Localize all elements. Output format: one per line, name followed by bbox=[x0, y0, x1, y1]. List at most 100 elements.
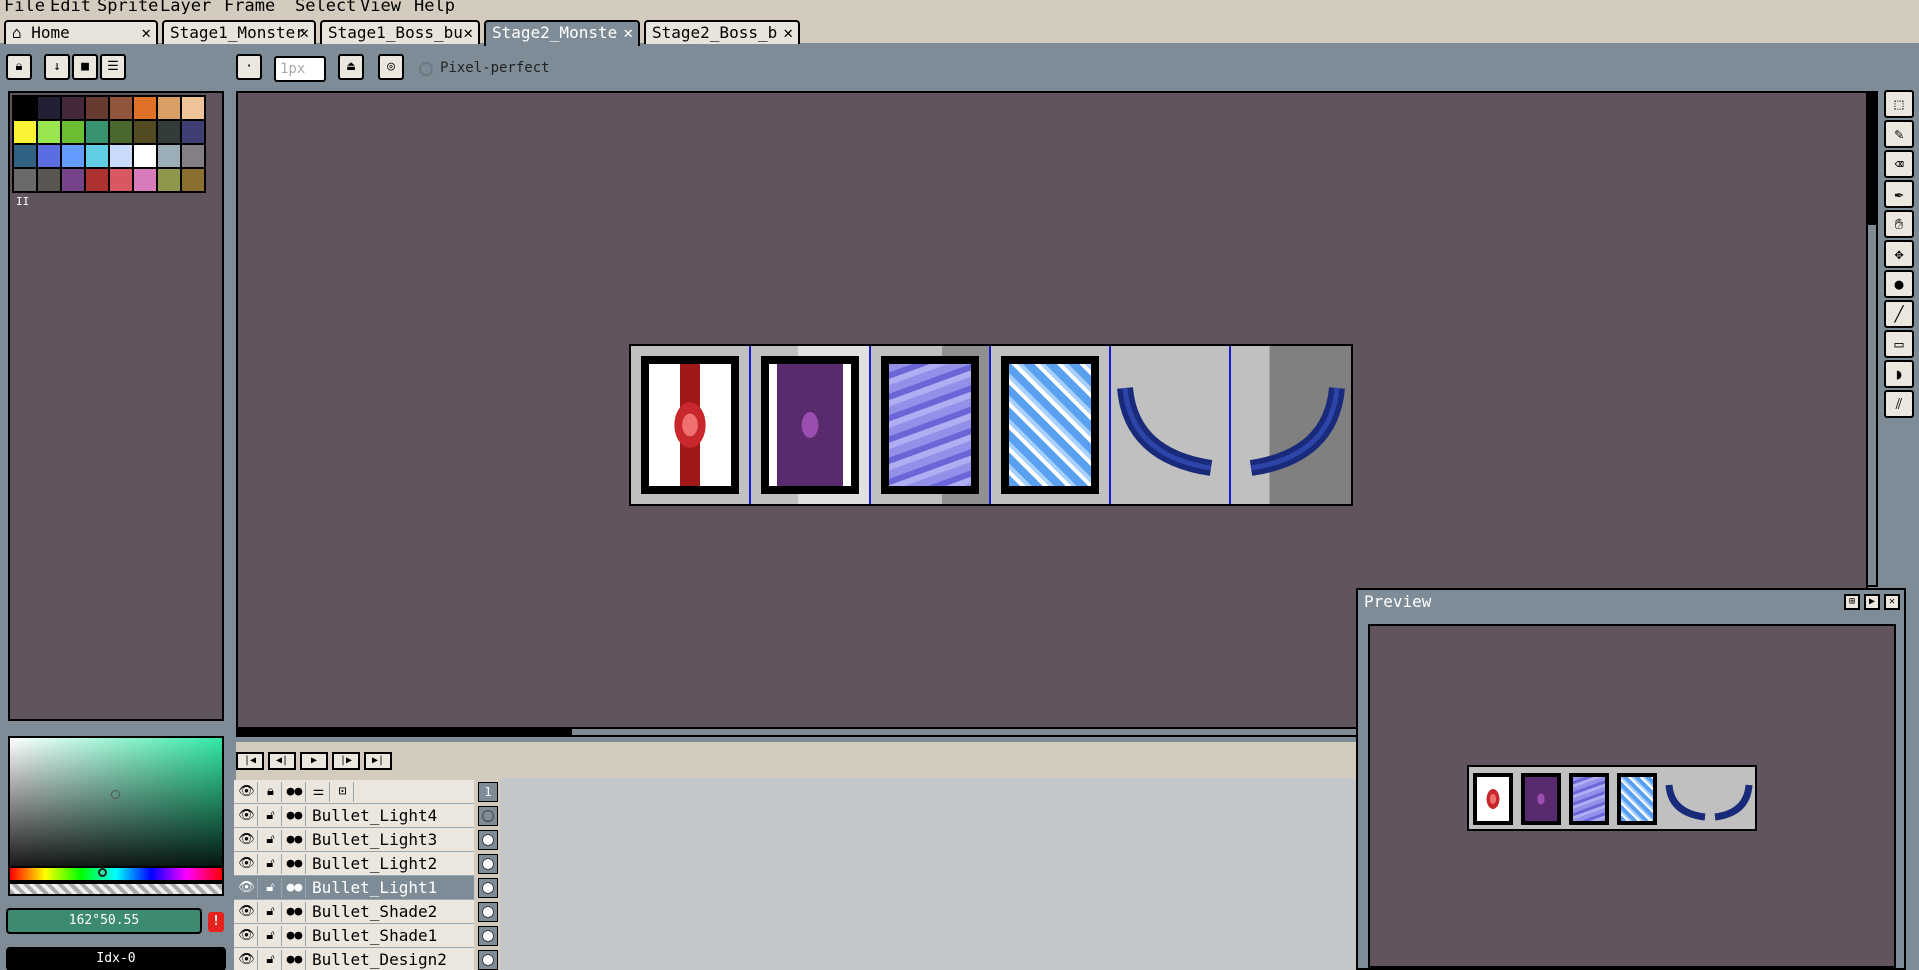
rectangle-tool[interactable]: ▭ bbox=[1884, 330, 1914, 358]
play-button[interactable]: ▶ bbox=[300, 752, 328, 770]
palette-swatch[interactable] bbox=[61, 120, 85, 144]
eye-icon[interactable]: 👁︎ bbox=[236, 830, 258, 850]
palette-swatch[interactable] bbox=[85, 168, 109, 192]
pencil-tool[interactable]: ✎ bbox=[1884, 120, 1914, 148]
hand-tool[interactable]: ✋︎ bbox=[1884, 210, 1914, 238]
cel[interactable] bbox=[478, 830, 498, 850]
palette-swatch[interactable] bbox=[181, 120, 205, 144]
cel[interactable] bbox=[478, 806, 498, 826]
cel[interactable] bbox=[478, 854, 498, 874]
palette-swatch[interactable] bbox=[37, 168, 61, 192]
prev-frame-button[interactable]: ◀| bbox=[268, 752, 296, 770]
palette-sort-button[interactable]: ↓ bbox=[44, 54, 70, 80]
warning-icon[interactable]: ! bbox=[208, 912, 224, 932]
blur-tool[interactable]: ⫽ bbox=[1884, 390, 1914, 418]
continuous-icon[interactable]: ●● bbox=[284, 878, 306, 898]
palette-swatch[interactable] bbox=[157, 168, 181, 192]
palette-swatch[interactable] bbox=[85, 144, 109, 168]
eye-icon[interactable]: 👁︎ bbox=[236, 878, 258, 898]
lock-icon[interactable]: 🔒︎ bbox=[260, 782, 282, 802]
tab-stage2-monster[interactable]: Stage2_Monste ✕ bbox=[484, 20, 640, 46]
close-icon[interactable]: ✕ bbox=[299, 22, 309, 44]
layer-row[interactable]: 👁︎ 🔓︎ ●● Bullet_Light3 bbox=[234, 828, 474, 852]
preview-titlebar[interactable] bbox=[1358, 590, 1904, 616]
palette-swatch[interactable] bbox=[157, 96, 181, 120]
palette-swatch[interactable] bbox=[61, 144, 85, 168]
palette-swatch[interactable] bbox=[133, 168, 157, 192]
tab-stage1-boss[interactable]: Stage1_Boss_bu ✕ bbox=[320, 20, 480, 44]
preview-close-button[interactable]: ✕ bbox=[1884, 594, 1900, 610]
palette-options-button[interactable]: ☰ bbox=[100, 54, 126, 80]
continuous-icon[interactable]: ●● bbox=[284, 926, 306, 946]
contour-tool[interactable]: ◗ bbox=[1884, 360, 1914, 388]
layer-row-active[interactable]: 👁︎ 🔓︎ ●● Bullet_Light1 bbox=[234, 876, 474, 900]
close-icon[interactable]: ✕ bbox=[783, 22, 793, 44]
line-tool[interactable]: ╱ bbox=[1884, 300, 1914, 328]
layer-link-icon[interactable]: ⊡ bbox=[332, 782, 354, 802]
palette-swatch[interactable] bbox=[181, 144, 205, 168]
preview-center-button[interactable]: ⊞ bbox=[1844, 594, 1860, 610]
palette-swatch[interactable] bbox=[109, 144, 133, 168]
palette-swatch[interactable] bbox=[109, 96, 133, 120]
palette-swatch[interactable] bbox=[181, 96, 205, 120]
lock-icon[interactable]: 🔓︎ bbox=[260, 878, 282, 898]
palette-swatch[interactable] bbox=[157, 120, 181, 144]
layer-row[interactable]: 👁︎ 🔓︎ ●● Bullet_Shade2 bbox=[234, 900, 474, 924]
palette-swatch[interactable] bbox=[13, 144, 37, 168]
tab-home[interactable]: ⌂ Home ✕ bbox=[4, 20, 158, 44]
preview-play-button[interactable]: ▶ bbox=[1864, 594, 1880, 610]
lock-palette-button[interactable]: 🔒︎ bbox=[6, 54, 32, 80]
palette-swatch[interactable] bbox=[13, 96, 37, 120]
eye-icon[interactable]: 👁︎ bbox=[236, 950, 258, 970]
layer-row[interactable]: 👁︎ 🔓︎ ●● Bullet_Design2 bbox=[234, 948, 474, 970]
lock-icon[interactable]: 🔓︎ bbox=[260, 902, 282, 922]
eraser-tool[interactable]: ⌫ bbox=[1884, 150, 1914, 178]
alpha-slider[interactable] bbox=[8, 882, 224, 896]
lock-icon[interactable]: 🔓︎ bbox=[260, 926, 282, 946]
layer-row[interactable]: 👁︎ 🔓︎ ●● Bullet_Light2 bbox=[234, 852, 474, 876]
palette-swatch[interactable] bbox=[13, 168, 37, 192]
layer-row[interactable]: 👁︎ 🔓︎ ●● Bullet_Shade1 bbox=[234, 924, 474, 948]
palette-swatch[interactable] bbox=[109, 120, 133, 144]
tab-stage1-monster[interactable]: Stage1_Monster ✕ bbox=[162, 20, 316, 44]
color-index-field[interactable]: Idx-0 bbox=[6, 947, 226, 970]
eyedropper-tool[interactable]: ✒ bbox=[1884, 180, 1914, 208]
palette-swatch[interactable] bbox=[61, 168, 85, 192]
cel[interactable] bbox=[478, 950, 498, 970]
lock-icon[interactable]: 🔓︎ bbox=[260, 830, 282, 850]
eye-icon[interactable]: 👁︎ bbox=[236, 926, 258, 946]
palette-swatch[interactable] bbox=[37, 120, 61, 144]
lock-icon[interactable]: 🔓︎ bbox=[260, 950, 282, 970]
brush-size-input[interactable]: 1px bbox=[274, 56, 326, 82]
palette-swatch[interactable] bbox=[133, 144, 157, 168]
move-tool[interactable]: ✥ bbox=[1884, 240, 1914, 268]
hue-slider[interactable] bbox=[8, 866, 224, 882]
brush-type-button[interactable]: · bbox=[236, 54, 262, 80]
pixel-perfect-checkbox[interactable] bbox=[419, 62, 433, 76]
cel[interactable] bbox=[478, 926, 498, 946]
ink-button[interactable]: ⏏ bbox=[338, 54, 364, 80]
palette-presets-button[interactable]: ■ bbox=[72, 54, 98, 80]
first-frame-button[interactable]: |◀ bbox=[236, 752, 264, 770]
horizontal-scrollbar-thumb[interactable] bbox=[572, 729, 1372, 735]
cel[interactable] bbox=[478, 902, 498, 922]
palette-swatch[interactable] bbox=[13, 120, 37, 144]
palette-swatch[interactable] bbox=[157, 144, 181, 168]
symmetry-button[interactable]: ◎ bbox=[378, 54, 404, 80]
layer-group-icon[interactable]: ⚌ bbox=[308, 782, 330, 802]
lock-icon[interactable]: 🔓︎ bbox=[260, 854, 282, 874]
sprite-sheet[interactable] bbox=[629, 344, 1353, 506]
close-icon[interactable]: ✕ bbox=[463, 22, 473, 44]
continuous-icon[interactable]: ●● bbox=[284, 854, 306, 874]
continuous-icon[interactable]: ●● bbox=[284, 806, 306, 826]
next-frame-button[interactable]: |▶ bbox=[332, 752, 360, 770]
rectangular-marquee-tool[interactable]: ⬚ bbox=[1884, 90, 1914, 118]
lock-icon[interactable]: 🔓︎ bbox=[260, 806, 282, 826]
continuous-icon[interactable]: ●● bbox=[284, 782, 306, 802]
tab-stage2-boss[interactable]: Stage2_Boss_b ✕ bbox=[644, 20, 800, 44]
palette-swatch[interactable] bbox=[61, 96, 85, 120]
continuous-icon[interactable]: ●● bbox=[284, 902, 306, 922]
eye-icon[interactable]: 👁︎ bbox=[236, 782, 258, 802]
frame-number[interactable]: 1 bbox=[478, 782, 498, 802]
color-saturation-value-picker[interactable] bbox=[8, 736, 224, 882]
